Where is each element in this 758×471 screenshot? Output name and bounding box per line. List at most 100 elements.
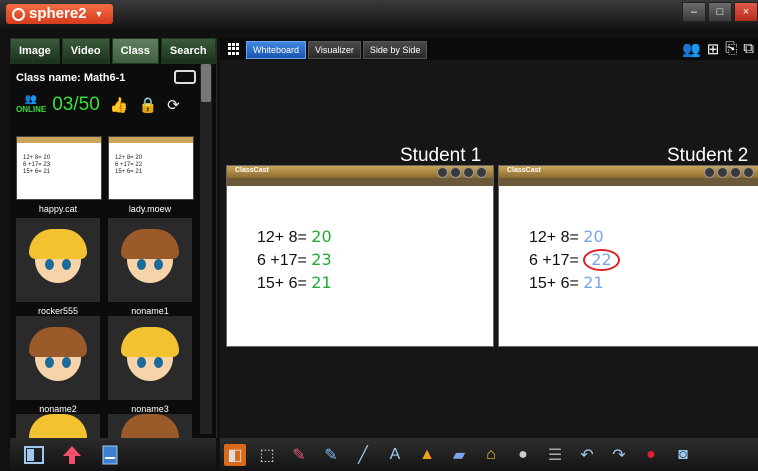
answer: 23 — [311, 250, 332, 269]
student-avatar — [16, 218, 100, 302]
online-count: 03/50 — [52, 94, 100, 115]
mode-bar: Whiteboard Visualizer Side by Side 👥 ⊞ ⎘… — [220, 38, 758, 60]
thumb-line: 12+ 8= 20 — [115, 155, 143, 161]
students-online-icon: 👥 ONLINE — [16, 94, 47, 115]
tab-search[interactable]: Search — [160, 38, 216, 64]
class-name: Class name: Math6-1 — [16, 72, 126, 84]
thumb-line: 15+ 6= 21 — [115, 169, 143, 175]
layout-icon[interactable] — [24, 445, 44, 465]
student-name: rocker555 — [37, 306, 79, 316]
student-tile[interactable]: rocker555 — [16, 218, 100, 316]
shapes-icon[interactable]: ▲ — [416, 444, 438, 466]
line-width-icon[interactable]: ☰ — [544, 444, 566, 466]
online-label: ONLINE — [16, 105, 47, 114]
classcast-brand: ClassCast — [235, 167, 269, 174]
question: 12+ 8= — [257, 229, 307, 246]
class-info: Class name: Math6-1 — [16, 70, 196, 84]
classcast-brand: ClassCast — [507, 167, 541, 174]
close-button[interactable]: × — [734, 2, 758, 22]
question: 12+ 8= — [529, 229, 579, 246]
redo-icon[interactable]: ↷ — [608, 444, 630, 466]
student-2-label: Student 2 — [667, 145, 749, 166]
whiteboard-area: Whiteboard Visualizer Side by Side 👥 ⊞ ⎘… — [220, 38, 758, 438]
upload-arrow-icon[interactable] — [62, 445, 82, 465]
export-icon[interactable]: ⧉ — [743, 40, 754, 58]
student-tile[interactable]: noname2 — [16, 316, 100, 414]
new-page-icon[interactable]: ⊞ — [707, 40, 720, 58]
student-name: noname1 — [131, 306, 169, 316]
panel-scrollbar[interactable] — [200, 64, 212, 434]
minimize-button[interactable]: – — [682, 2, 706, 22]
mode-whiteboard-button[interactable]: Whiteboard — [246, 41, 307, 59]
panel-tabs: Image Video Class Search — [10, 38, 218, 64]
app-menu-button[interactable]: sphere2 ▼ — [6, 4, 114, 24]
pen-icon[interactable]: ✎ — [288, 444, 310, 466]
thumb-line: 12+ 8= 20 — [23, 155, 51, 161]
document-icon[interactable] — [100, 445, 120, 465]
chevron-down-icon: ▼ — [94, 9, 104, 19]
thumb-line: 6 +17= 23 — [23, 162, 51, 168]
mode-visualizer-button[interactable]: Visualizer — [308, 41, 361, 59]
eraser-icon[interactable]: ▰ — [448, 444, 470, 466]
clear-broom-icon[interactable]: ⌂ — [480, 444, 502, 466]
student-screen-thumbnail: 12+ 8= 20 6 +17= 23 15+ 6= 21 — [16, 136, 102, 200]
online-status: 👥 ONLINE 03/50 👍 🔒 ⟳ — [16, 94, 180, 116]
app-title: sphere2 — [29, 5, 87, 22]
thumb-line: 6 +17= 22 — [115, 162, 143, 168]
question: 6 +17= — [529, 252, 579, 269]
projector-icon[interactable] — [174, 70, 196, 84]
student-name: happy.cat — [38, 204, 78, 214]
sphere-logo-icon — [12, 7, 25, 21]
text-icon[interactable]: A — [384, 444, 406, 466]
answer: 20 — [583, 227, 604, 246]
color-palette-icon[interactable]: ● — [512, 444, 534, 466]
thumbs-up-icon[interactable]: 👍 — [110, 96, 129, 114]
math-answers: 12+ 8= 20 6 +17= 23 15+ 6= 21 — [257, 226, 332, 295]
question: 6 +17= — [257, 252, 307, 269]
student-tile[interactable]: 12+ 8= 20 6 +17= 23 15+ 6= 21 happy.cat — [16, 136, 102, 214]
highlighter-icon[interactable]: ✎ — [320, 444, 342, 466]
answer: 21 — [311, 273, 332, 292]
circled-answer: 22 — [583, 249, 620, 271]
student-tile[interactable]: noname3 — [108, 316, 192, 414]
student-name: lady.moew — [128, 204, 172, 214]
undo-icon[interactable]: ↶ — [576, 444, 598, 466]
student-tile[interactable]: noname1 — [108, 218, 192, 316]
lock-icon[interactable]: 🔒 — [138, 96, 157, 114]
student-1-label: Student 1 — [400, 145, 482, 166]
title-bar: sphere2 ▼ – □ × — [0, 0, 758, 28]
question: 15+ 6= — [529, 275, 579, 292]
student-2-screen[interactable]: ClassCast 12+ 8= 20 6 +17= 22 15+ 6= 21 — [498, 165, 758, 347]
student-avatar — [108, 316, 192, 400]
mode-side-by-side-button[interactable]: Side by Side — [362, 41, 428, 59]
math-answers: 12+ 8= 20 6 +17= 22 15+ 6= 21 — [529, 226, 620, 295]
student-avatar — [16, 316, 100, 400]
line-icon[interactable]: ╱ — [352, 444, 374, 466]
grid-menu-icon[interactable] — [228, 43, 240, 55]
student-1-screen[interactable]: ClassCast 12+ 8= 20 6 +17= 23 15+ 6= 21 — [226, 165, 494, 347]
question: 15+ 6= — [257, 275, 307, 292]
class-panel: Image Video Class Search Class name: Mat… — [10, 38, 218, 450]
maximize-button[interactable]: □ — [708, 2, 732, 22]
panel-bottom-bar — [10, 438, 216, 471]
student-name: noname3 — [131, 404, 169, 414]
camera-icon[interactable]: ◙ — [672, 444, 694, 466]
tab-image[interactable]: Image — [10, 38, 60, 64]
refresh-icon[interactable]: ⟳ — [167, 96, 180, 114]
student-name: noname2 — [39, 404, 77, 414]
tab-class[interactable]: Class — [111, 38, 159, 64]
student-tile[interactable]: 12+ 8= 20 6 +17= 22 15+ 6= 21 lady.moew — [108, 136, 194, 214]
tab-video[interactable]: Video — [61, 38, 110, 64]
answer: 21 — [583, 273, 604, 292]
record-icon[interactable]: ● — [640, 444, 662, 466]
users-icon[interactable]: 👥 — [682, 40, 701, 58]
select-tool-icon[interactable]: ◧ — [224, 443, 246, 466]
student-screen-thumbnail: 12+ 8= 20 6 +17= 22 15+ 6= 21 — [108, 136, 194, 200]
student-avatar — [108, 218, 192, 302]
answer: 20 — [311, 227, 332, 246]
scroll-thumb[interactable] — [201, 64, 211, 102]
import-icon[interactable]: ⎘ — [725, 40, 737, 58]
thumb-line: 15+ 6= 21 — [23, 169, 51, 175]
drawing-toolbar: ◧ ⬚ ✎ ✎ ╱ A ▲ ▰ ⌂ ● ☰ ↶ ↷ ● ◙ — [220, 438, 758, 471]
area-select-icon[interactable]: ⬚ — [256, 444, 278, 466]
